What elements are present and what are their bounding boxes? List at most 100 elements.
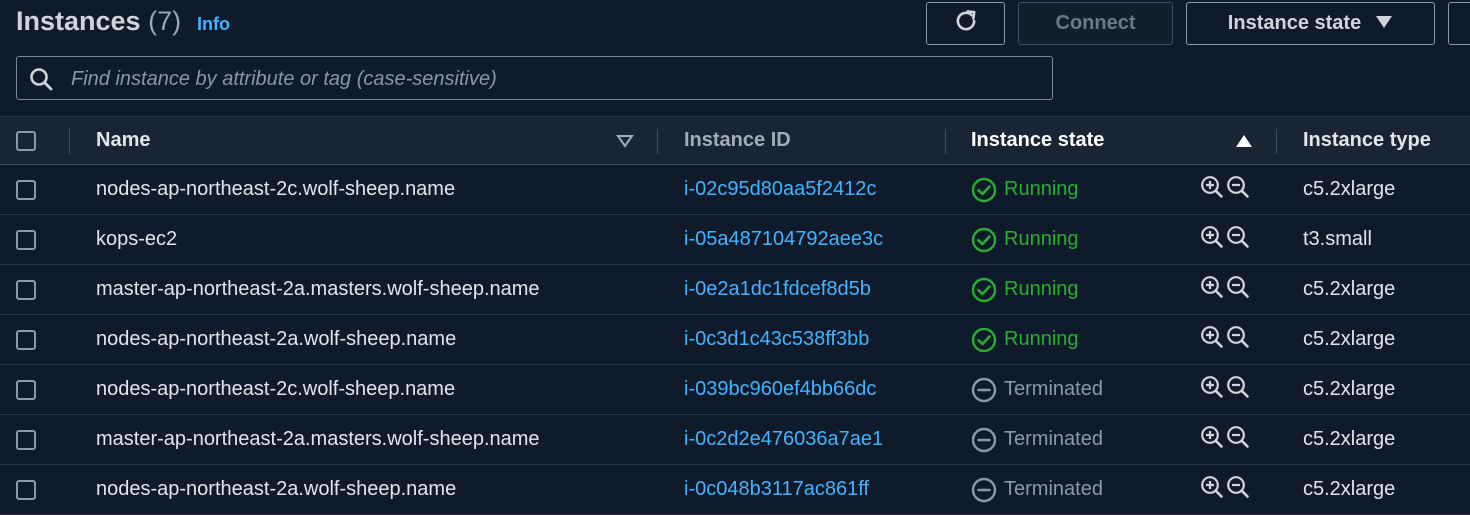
- zoom-out-icon[interactable]: [1226, 175, 1250, 205]
- instance-id-link[interactable]: i-0c048b3117ac861ff: [684, 465, 869, 514]
- table-row[interactable]: master-ap-northeast-2a.masters.wolf-shee…: [0, 265, 1470, 315]
- table-row[interactable]: nodes-ap-northeast-2c.wolf-sheep.name i-0…: [0, 365, 1470, 415]
- table-row[interactable]: nodes-ap-northeast-2c.wolf-sheep.name i-0…: [0, 165, 1470, 215]
- instance-type: c5.2xlarge: [1303, 378, 1396, 400]
- zoom-out-icon[interactable]: [1226, 475, 1250, 505]
- instance-state: Running: [971, 265, 1079, 314]
- zoom-out-icon[interactable]: [1226, 275, 1250, 305]
- instance-name: master-ap-northeast-2a.masters.wolf-shee…: [96, 278, 540, 300]
- select-all-checkbox[interactable]: [16, 130, 36, 151]
- instance-state-dropdown-label: Instance state: [1227, 12, 1362, 34]
- zoom-out-icon[interactable]: [1226, 325, 1250, 355]
- instance-state: Terminated: [971, 365, 1103, 414]
- table-row[interactable]: kops-ec2 i-05a487104792aee3c Running t3.sma…: [0, 215, 1470, 265]
- instance-type: c5.2xlarge: [1303, 478, 1396, 500]
- table-row[interactable]: nodes-ap-northeast-2a.wolf-sheep.name i-0…: [0, 315, 1470, 365]
- instance-state: Running: [971, 165, 1079, 214]
- instance-name: kops-ec2: [96, 228, 178, 250]
- state-filter-controls: [1200, 165, 1250, 214]
- sort-caret-down-icon[interactable]: [616, 117, 634, 164]
- row-checkbox[interactable]: [16, 479, 36, 500]
- instance-name: nodes-ap-northeast-2c.wolf-sheep.name: [96, 178, 456, 200]
- row-checkbox[interactable]: [16, 379, 36, 400]
- instance-state: Running: [971, 315, 1079, 364]
- state-filter-controls: [1200, 215, 1250, 264]
- instance-id-link[interactable]: i-05a487104792aee3c: [684, 215, 883, 264]
- zoom-out-icon[interactable]: [1226, 225, 1250, 255]
- instance-id-link[interactable]: i-0c2d2e476036a7ae1: [684, 415, 883, 464]
- table-row[interactable]: master-ap-northeast-2a.masters.wolf-shee…: [0, 415, 1470, 465]
- zoom-in-icon[interactable]: [1200, 375, 1224, 405]
- instance-id-link[interactable]: i-039bc960ef4bb66dc: [684, 365, 876, 414]
- column-header-name[interactable]: Name: [96, 117, 150, 164]
- column-divider[interactable]: [1276, 129, 1277, 154]
- info-link[interactable]: Info: [197, 14, 230, 35]
- check-circle-icon: [971, 277, 997, 303]
- minus-circle-icon: [971, 477, 997, 503]
- search-bar[interactable]: [16, 56, 1053, 101]
- search-icon: [29, 67, 55, 96]
- page-title-text: Instances: [16, 6, 141, 36]
- zoom-in-icon[interactable]: [1200, 175, 1224, 205]
- row-select-cell: [16, 165, 36, 214]
- instance-id-link[interactable]: i-02c95d80aa5f2412c: [684, 165, 876, 214]
- instance-type: c5.2xlarge: [1303, 278, 1396, 300]
- instance-state-label: Terminated: [1004, 378, 1103, 400]
- instance-state-dropdown[interactable]: Instance state: [1186, 2, 1435, 45]
- instance-state-label: Running: [1004, 178, 1079, 200]
- page-title: Instances (7): [16, 6, 181, 37]
- instance-name: nodes-ap-northeast-2c.wolf-sheep.name: [96, 378, 456, 400]
- table-row[interactable]: nodes-ap-northeast-2a.wolf-sheep.name i-0…: [0, 465, 1470, 515]
- search-input[interactable]: [69, 57, 1033, 101]
- column-header-instance-state[interactable]: Instance state: [971, 117, 1104, 164]
- instance-id-link[interactable]: i-0e2a1dc1fdcef8d5b: [684, 265, 871, 314]
- row-checkbox[interactable]: [16, 429, 36, 450]
- row-checkbox[interactable]: [16, 229, 36, 250]
- caret-down-icon: [1375, 12, 1393, 35]
- state-filter-controls: [1200, 465, 1250, 514]
- zoom-in-icon[interactable]: [1200, 475, 1224, 505]
- instance-name: master-ap-northeast-2a.masters.wolf-shee…: [96, 428, 540, 450]
- instance-state-label: Running: [1004, 328, 1079, 350]
- connect-button[interactable]: Connect: [1018, 2, 1173, 45]
- column-header-instance-type[interactable]: Instance type: [1303, 117, 1431, 164]
- column-divider[interactable]: [69, 129, 70, 154]
- table-header-row: Name Instance ID Instance state Instance…: [0, 116, 1470, 165]
- instance-state: Terminated: [971, 415, 1103, 464]
- instance-count: (7): [148, 6, 182, 36]
- page-header: Instances (7) Info Connect Instance stat…: [0, 0, 1470, 116]
- minus-circle-icon: [971, 377, 997, 403]
- row-checkbox[interactable]: [16, 329, 36, 350]
- row-checkbox[interactable]: [16, 279, 36, 300]
- row-select-cell: [16, 365, 36, 414]
- instance-type: c5.2xlarge: [1303, 328, 1396, 350]
- instance-state-label: Terminated: [1004, 428, 1103, 450]
- instance-name: nodes-ap-northeast-2a.wolf-sheep.name: [96, 478, 457, 500]
- check-circle-icon: [971, 327, 997, 353]
- actions-dropdown[interactable]: [1448, 2, 1470, 45]
- row-select-cell: [16, 465, 36, 514]
- zoom-out-icon[interactable]: [1226, 425, 1250, 455]
- sort-ascending-icon[interactable]: [1235, 117, 1253, 164]
- instance-state: Terminated: [971, 465, 1103, 514]
- check-circle-icon: [971, 177, 997, 203]
- table-body: nodes-ap-northeast-2c.wolf-sheep.name i-0…: [0, 165, 1470, 515]
- zoom-in-icon[interactable]: [1200, 325, 1224, 355]
- column-header-instance-id[interactable]: Instance ID: [684, 117, 791, 164]
- zoom-out-icon[interactable]: [1226, 375, 1250, 405]
- instances-table: Name Instance ID Instance state Instance…: [0, 116, 1470, 515]
- refresh-button[interactable]: [926, 2, 1005, 45]
- row-select-cell: [16, 315, 36, 364]
- zoom-in-icon[interactable]: [1200, 425, 1224, 455]
- instance-id-link[interactable]: i-0c3d1c43c538ff3bb: [684, 315, 869, 364]
- instance-state-label: Terminated: [1004, 478, 1103, 500]
- zoom-in-icon[interactable]: [1200, 225, 1224, 255]
- column-divider[interactable]: [657, 129, 658, 154]
- row-select-cell: [16, 265, 36, 314]
- instance-type: t3.small: [1303, 228, 1372, 250]
- connect-button-label: Connect: [1055, 12, 1136, 34]
- column-divider[interactable]: [945, 129, 946, 154]
- instance-state-label: Running: [1004, 228, 1079, 250]
- zoom-in-icon[interactable]: [1200, 275, 1224, 305]
- row-checkbox[interactable]: [16, 179, 36, 200]
